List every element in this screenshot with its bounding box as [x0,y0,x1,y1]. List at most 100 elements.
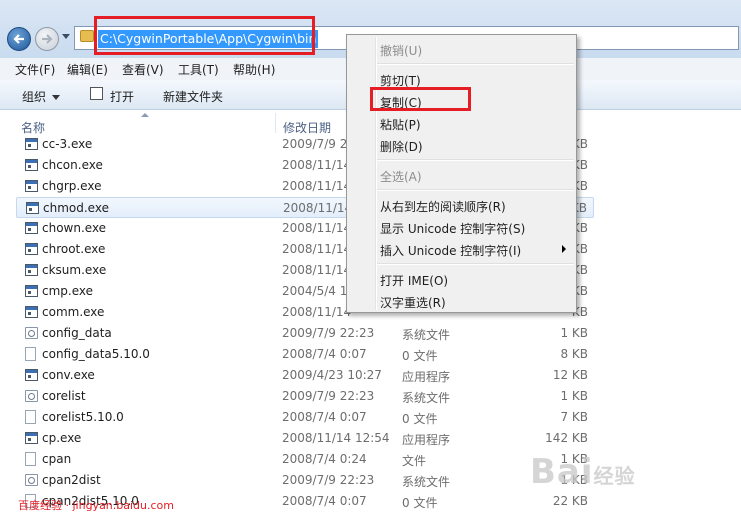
file-type: 应用程序 [402,433,451,447]
file-row[interactable]: cpan 2008/7/4 0:24 文件 1 KB [16,449,594,470]
file-type: 0 文件 [402,349,438,363]
application-icon [25,285,38,297]
back-button[interactable] [7,27,31,51]
file-size: 1 KB [560,326,588,340]
file-row[interactable]: conv.exe 2009/4/23 10:27 应用程序 12 KB [16,365,594,386]
file-date: 2008/11/14 [282,305,352,319]
submenu-arrow-icon [562,245,566,253]
file-name: chroot.exe [42,242,106,256]
menu-item-select-all[interactable]: 全选(A) [380,168,422,185]
file-type: 0 文件 [402,496,438,510]
file-row[interactable]: corelist5.10.0 2008/7/4 0:07 0 文件 7 KB [16,407,594,428]
file-name: cpan [42,452,72,466]
menu-item-rtl-reading[interactable]: 从右到左的阅读顺序(R) [380,198,506,215]
folder-icon [80,30,94,42]
menu-separator [377,189,574,191]
watermark-text: 百度经验 · jingyan.baidu.com [18,499,174,512]
file-row[interactable]: cp.exe 2008/11/14 12:54 应用程序 142 KB [16,428,594,449]
new-folder-button[interactable]: 新建文件夹 [163,88,223,105]
application-icon [25,306,38,318]
menu-separator [377,63,574,65]
file-date: 2008/7/4 0:24 [282,452,367,466]
menu-tools[interactable]: 工具(T) [178,61,219,78]
application-icon [25,243,38,255]
menu-item-insert-unicode[interactable]: 插入 Unicode 控制字符(I) [380,242,521,259]
application-icon [25,159,38,171]
file-size: 1 KB [560,389,588,403]
menu-item-reconversion[interactable]: 汉字重选(R) [380,294,446,311]
menu-file[interactable]: 文件(F) [15,61,55,78]
file-date: 2008/11/14 [282,242,352,256]
file-date: 2008/11/14 [282,221,352,235]
open-icon [90,87,103,100]
file-name: chown.exe [42,221,107,235]
file-row[interactable]: corelist 2009/7/9 22:23 系统文件 1 KB [16,386,594,407]
watermark-logo-text: Bai [530,452,594,492]
sort-ascending-icon [141,113,149,117]
file-name: chmod.exe [43,201,109,215]
menu-separator [377,159,574,161]
copy-annotation-box [370,87,471,111]
column-divider[interactable] [275,113,276,133]
menu-view[interactable]: 查看(V) [122,61,164,78]
application-icon [25,138,38,150]
file-name: corelist5.10.0 [42,410,124,424]
application-icon [25,264,38,276]
menu-edit[interactable]: 编辑(E) [67,61,108,78]
context-menu-gutter [375,37,377,310]
menu-item-paste[interactable]: 粘贴(P) [380,116,421,133]
recent-pages-dropdown-icon[interactable] [62,34,70,39]
file-type: 0 文件 [402,412,438,426]
file-name: cc-3.exe [42,137,93,151]
forward-button[interactable] [35,27,59,51]
file-date: 2009/4/23 10:27 [282,368,382,382]
file-size: 22 KB [552,494,588,508]
file-name: cp.exe [42,431,82,445]
file-row[interactable]: config_data5.10.0 2008/7/4 0:07 0 文件 8 KB [16,344,594,365]
file-date: 2008/7/4 0:07 [282,494,367,508]
menu-item-undo[interactable]: 撤销(U) [380,42,422,59]
file-date: 2009/7/9 22:23 [282,326,375,340]
file-type: 文件 [402,454,427,468]
menu-separator [377,263,574,265]
file-name: corelist [42,389,86,403]
file-name: cmp.exe [42,284,94,298]
application-icon [25,369,38,381]
application-icon [26,202,39,214]
menu-item-show-unicode[interactable]: 显示 Unicode 控制字符(S) [380,220,525,237]
file-name: cpan2dist [42,473,101,487]
system-file-icon [25,474,38,486]
file-date: 2008/11/14 [282,179,352,193]
file-name: chgrp.exe [42,179,102,193]
application-icon [25,432,38,444]
menu-item-delete[interactable]: 删除(D) [380,138,423,155]
application-icon [25,180,38,192]
file-size: 7 KB [560,410,588,424]
baidu-watermark-logo: Bai经验 [530,452,636,492]
application-icon [25,222,38,234]
file-name: config_data [42,326,112,340]
file-name: chcon.exe [42,158,103,172]
file-name: comm.exe [42,305,105,319]
system-file-icon [25,327,38,339]
file-date: 2008/11/14 [282,263,352,277]
context-menu: 撤销(U) 剪切(T) 复制(C) 粘贴(P) 删除(D) 全选(A) 从右到左… [346,34,577,313]
file-date: 2004/5/4 1 [282,284,348,298]
arrow-right-icon [42,34,53,44]
chevron-down-icon [52,95,61,100]
menu-item-open-ime[interactable]: 打开 IME(O) [380,272,448,289]
file-row[interactable]: config_data 2009/7/9 22:23 系统文件 1 KB [16,323,594,344]
file-date: 2008/11/14 [283,201,353,215]
menu-help[interactable]: 帮助(H) [233,61,275,78]
arrow-left-icon [13,34,24,44]
file-icon [25,410,36,424]
organize-button[interactable]: 组织 [22,88,61,105]
address-annotation-box [94,16,315,55]
file-row[interactable]: cpan2dist 2009/7/9 22:23 系统文件 1 KB [16,470,594,491]
open-button[interactable]: 打开 [110,88,134,105]
file-icon [25,347,36,361]
file-date: 2009/7/9 22:23 [282,389,375,403]
watermark-logo-suffix: 经验 [593,464,636,488]
file-date: 2008/7/4 0:07 [282,410,367,424]
file-name: conv.exe [42,368,95,382]
